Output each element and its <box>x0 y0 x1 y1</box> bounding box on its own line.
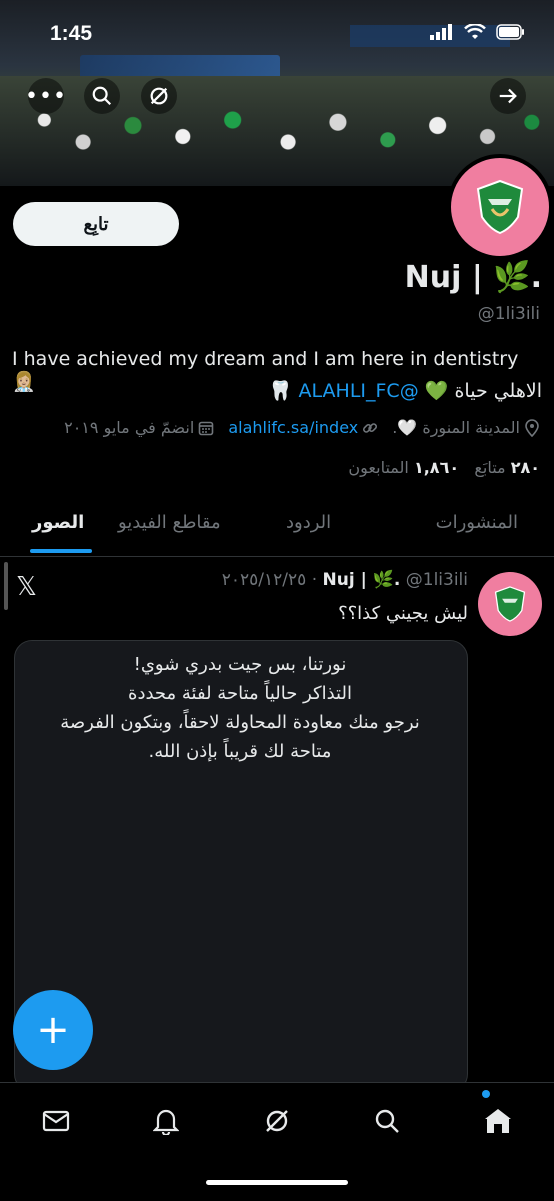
nav-notifications[interactable] <box>146 1101 186 1141</box>
post-date: ٢٠٢٥/١٢/٢٥ <box>221 570 307 590</box>
signal-icon <box>430 24 452 40</box>
thread-line <box>4 562 8 610</box>
post-header: Nuj | 🌿. @1li3ili · ٢٠٢٥/١٢/٢٥ <box>222 570 468 590</box>
grok-icon <box>150 87 168 105</box>
status-bar: 1:45 <box>0 0 554 70</box>
website-item[interactable]: alahlifc.sa/index <box>228 418 378 437</box>
home-indicator-dot <box>482 1090 490 1098</box>
bell-icon <box>153 1109 179 1135</box>
search-icon <box>375 1109 399 1133</box>
display-name: Nuj | 🌿. <box>404 260 542 295</box>
joined-item: انضمّ في مايو ٢٠١٩ <box>64 418 214 437</box>
tooth-emoji: 🦷 <box>268 380 293 402</box>
post-author[interactable]: Nuj | 🌿. <box>323 570 401 590</box>
more-button[interactable]: ••• <box>25 78 67 114</box>
mention-link[interactable]: @ALAHLI_FC <box>299 380 419 402</box>
nav-grok[interactable] <box>257 1101 297 1141</box>
profile-meta: المدينة المنورة 🤍. alahlifc.sa/index انض… <box>64 418 540 437</box>
handle: @1li3ili <box>477 304 540 324</box>
club-logo-icon <box>494 586 526 622</box>
link-icon <box>363 422 378 433</box>
wifi-icon <box>464 24 486 39</box>
home-icon <box>485 1109 511 1133</box>
battery-icon <box>496 24 524 40</box>
followers-label: المتابعون <box>348 458 409 477</box>
status-time: 1:45 <box>50 22 93 45</box>
post-avatar[interactable] <box>478 572 542 636</box>
following-stat[interactable]: ٢٨٠ متابَع <box>474 458 540 477</box>
x-logo-icon: 𝕏 <box>16 572 37 602</box>
grok-icon <box>266 1110 288 1132</box>
active-tab-indicator <box>30 549 92 553</box>
home-indicator-bar <box>206 1180 348 1185</box>
joined-text: انضمّ في مايو ٢٠١٩ <box>64 418 195 437</box>
compose-button[interactable]: + <box>13 990 93 1070</box>
follow-button[interactable]: تابِع <box>13 202 179 246</box>
followers-stat[interactable]: ١,٨٦٠ المتابعون <box>348 458 459 477</box>
back-button[interactable] <box>490 78 526 114</box>
location-item: المدينة المنورة 🤍. <box>392 418 540 437</box>
tab-posts[interactable]: المنشورات <box>436 512 518 533</box>
website-link[interactable]: alahlifc.sa/index <box>228 418 358 437</box>
mail-icon <box>42 1110 70 1132</box>
follow-counts: ٢٨٠ متابَع ١,٨٦٠ المتابعون <box>348 458 540 477</box>
search-icon <box>92 86 112 106</box>
post-handle: @1li3ili <box>405 570 468 590</box>
grok-button[interactable] <box>141 78 177 114</box>
nav-search[interactable] <box>367 1101 407 1141</box>
calendar-icon <box>199 421 214 435</box>
back-icon <box>499 88 517 104</box>
status-icons <box>430 24 526 40</box>
profile-avatar[interactable] <box>447 154 553 260</box>
tab-photos[interactable]: الصور <box>32 512 84 533</box>
more-icon: ••• <box>25 83 67 109</box>
nav-home[interactable] <box>478 1101 518 1141</box>
bio-line-2: الاهلي حياة 💚 @ALAHLI_FC 🦷 <box>269 379 542 402</box>
nav-messages[interactable] <box>36 1101 76 1141</box>
club-logo-icon <box>476 179 524 235</box>
location-icon <box>525 418 539 437</box>
followers-count: ١,٨٦٠ <box>413 458 460 477</box>
location-text: المدينة المنورة 🤍. <box>392 418 520 437</box>
post-card-text: نورتنا، بس جيت بدري شوي! التذاكر حالياً … <box>60 654 420 762</box>
post-separator: · <box>311 570 318 590</box>
following-count: ٢٨٠ <box>510 458 540 477</box>
tab-videos[interactable]: مقاطع الفيديو <box>118 512 221 533</box>
search-button[interactable] <box>84 78 120 114</box>
bio-text: الاهلي حياة 💚 <box>424 380 542 402</box>
tab-replies[interactable]: الردود <box>286 512 331 533</box>
following-label: متابَع <box>474 458 506 477</box>
post-text: ليش يجيني كذا؟؟ <box>338 603 468 624</box>
